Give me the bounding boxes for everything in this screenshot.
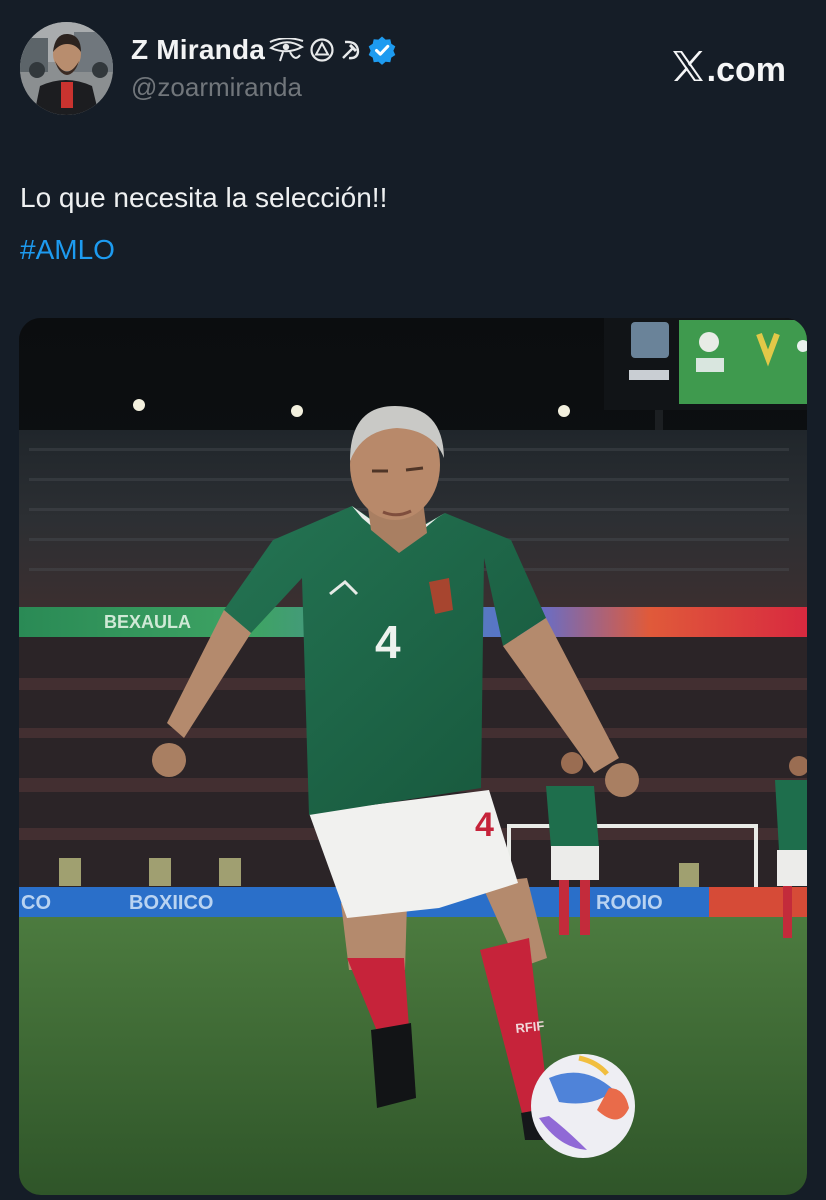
- tweet-header: Z Miranda @zoarmiranda .com: [20, 22, 806, 118]
- board-text-left: BEXAULA: [104, 612, 191, 632]
- hashtag-link[interactable]: #AMLO: [20, 224, 387, 276]
- avatar[interactable]: [20, 22, 113, 115]
- tweet-card: Z Miranda @zoarmiranda .com Lo que neces…: [0, 0, 826, 1200]
- shorts-number: 4: [475, 806, 494, 844]
- display-name-row: Z Miranda: [131, 32, 397, 68]
- verified-badge-icon: [367, 35, 397, 65]
- author-names: Z Miranda @zoarmiranda: [131, 32, 397, 103]
- x-logo-icon: [671, 50, 707, 91]
- svg-text:CO: CO: [21, 892, 51, 914]
- circle-triangle-icon: [309, 37, 335, 63]
- tweet-body: Lo que necesita la selección!!: [20, 182, 388, 213]
- soccer-ball: [531, 1054, 635, 1158]
- handle[interactable]: @zoarmiranda: [131, 72, 397, 103]
- stadium-light: [133, 399, 145, 411]
- board-text-bottom-right: ROOIO: [596, 892, 663, 914]
- tweet-image[interactable]: BEXAULA CO BOXIICO ROOIO RFIF 4 4: [19, 318, 807, 1195]
- sock-text: RFIF: [515, 1018, 545, 1036]
- display-name[interactable]: Z Miranda: [131, 34, 265, 66]
- eye-of-horus-icon: [269, 38, 305, 62]
- brand-label: .com: [706, 51, 786, 89]
- jersey-number: 4: [375, 616, 401, 668]
- tweet-text: Lo que necesita la selección!! #AMLO: [20, 172, 387, 276]
- board-text-bottom-left: BOXIICO: [129, 892, 213, 914]
- brand-logo[interactable]: .com: [671, 50, 786, 91]
- hammer-sickle-icon: [339, 38, 363, 62]
